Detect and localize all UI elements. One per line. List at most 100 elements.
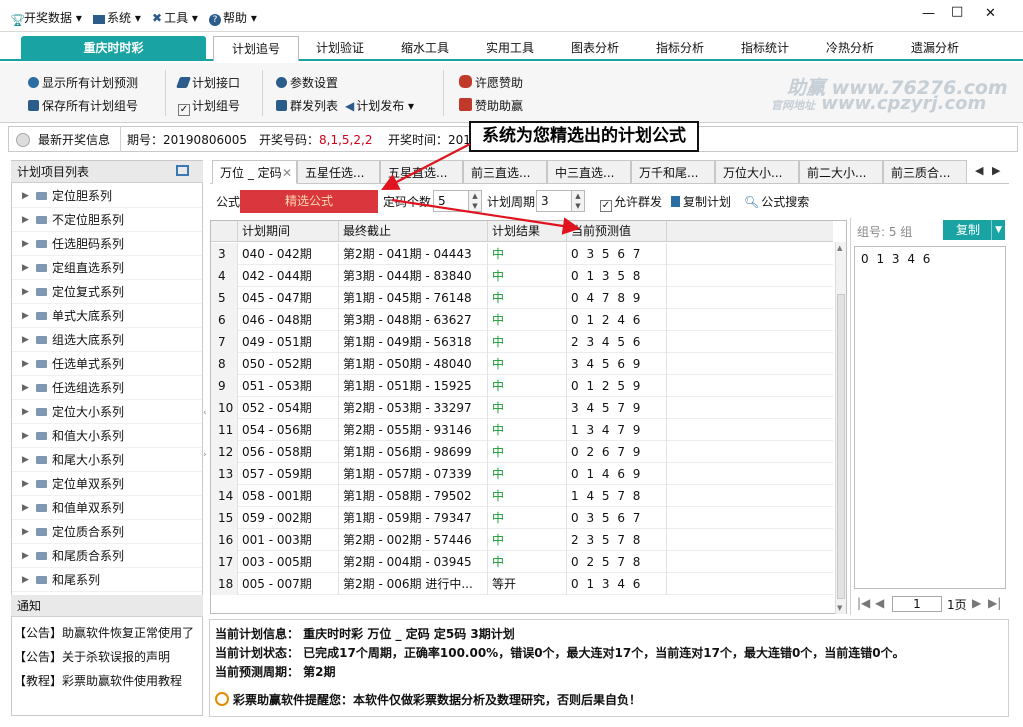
- sidebar-item[interactable]: ▶ 定位质合系列: [12, 520, 202, 544]
- sidebar-item[interactable]: ▶ 和尾大小系列: [12, 448, 202, 472]
- table-row[interactable]: 10 052 - 054期 第2期 - 053期 - 33297 中 3 4 5 7 9: [211, 397, 833, 419]
- prev-page-icon[interactable]: ◀: [875, 596, 884, 610]
- table-row[interactable]: 14 058 - 001期 第1期 - 058期 - 79502 中 1 4 5 7 8: [211, 485, 833, 507]
- param-settings-button[interactable]: 参数设置: [276, 74, 338, 91]
- sidebar-item[interactable]: ▶ 定位单双系列: [12, 472, 202, 496]
- tab-indicator-analysis[interactable]: 指标分析: [645, 36, 715, 61]
- scroll-up-icon[interactable]: ▲: [837, 244, 842, 252]
- last-page-icon[interactable]: ▶|: [988, 596, 1001, 610]
- menu-tools[interactable]: ✖ 工具 ▾: [152, 9, 198, 26]
- copy-plan-button[interactable]: 复制计划: [671, 193, 731, 210]
- tab-hot-cold-analysis[interactable]: 冷热分析: [815, 36, 885, 61]
- expand-arrow-icon[interactable]: ▶: [22, 448, 29, 472]
- notice-item[interactable]: 【教程】彩票助赢软件使用教程: [14, 672, 182, 689]
- close-button[interactable]: ✕: [985, 6, 996, 21]
- expand-arrow-icon[interactable]: ▶: [22, 208, 29, 232]
- first-page-icon[interactable]: |◀: [857, 596, 870, 610]
- sidebar-item[interactable]: ▶ 定组直选系列: [12, 256, 202, 280]
- expand-arrow-icon[interactable]: ▶: [22, 352, 29, 376]
- sidebar-item[interactable]: ▶ 定位复式系列: [12, 280, 202, 304]
- close-tab-icon[interactable]: ✕: [282, 161, 292, 183]
- tab-scroll-left-icon[interactable]: ◀: [975, 164, 983, 177]
- sidebar-item[interactable]: ▶ 单式大底系列: [12, 304, 202, 328]
- table-row[interactable]: 6 046 - 048期 第3期 - 048期 - 63627 中 0 1 2 4 6: [211, 309, 833, 331]
- formula-search-button[interactable]: 🔍︎ 公式搜索: [744, 193, 809, 210]
- expand-arrow-icon[interactable]: ▶: [22, 376, 29, 400]
- content-tab[interactable]: 万位大小...: [715, 160, 799, 184]
- sidebar-item[interactable]: ▶ 定位大小系列: [12, 400, 202, 424]
- column-header[interactable]: 最终截止: [339, 221, 488, 242]
- sidebar-item[interactable]: ▶ 组选大底系列: [12, 328, 202, 352]
- content-tab[interactable]: 中三直选...: [547, 160, 631, 184]
- table-row[interactable]: 15 059 - 002期 第1期 - 059期 - 79347 中 0 3 5 6 7: [211, 507, 833, 529]
- sidebar-item[interactable]: ▶ 和值大小系列: [12, 424, 202, 448]
- next-page-icon[interactable]: ▶: [972, 596, 981, 610]
- result-textbox[interactable]: 0 1 3 4 6: [854, 246, 1006, 589]
- content-tab[interactable]: 五星直选...: [380, 160, 463, 184]
- sidebar-item[interactable]: ▶ 任选单式系列: [12, 352, 202, 376]
- expand-arrow-icon[interactable]: ▶: [22, 184, 29, 208]
- notice-item[interactable]: 【公告】助赢软件恢复正常使用了: [14, 624, 194, 641]
- count-stepper[interactable]: ▲ ▼: [469, 190, 482, 212]
- sidebar-item[interactable]: ▶ 任选胆码系列: [12, 232, 202, 256]
- table-row[interactable]: 4 042 - 044期 第3期 - 044期 - 83840 中 0 1 3 5 8: [211, 265, 833, 287]
- column-header[interactable]: 当前预测值: [567, 221, 667, 242]
- maximize-button[interactable]: □: [951, 4, 963, 19]
- page-input[interactable]: 1: [892, 596, 942, 612]
- scroll-down-icon[interactable]: ▼: [837, 604, 842, 612]
- count-input[interactable]: 5: [433, 190, 469, 212]
- sidebar-item[interactable]: ▶ 和值单双系列: [12, 496, 202, 520]
- expand-arrow-icon[interactable]: ▶: [22, 520, 29, 544]
- formula-select[interactable]: 精选公式: [240, 190, 378, 213]
- menu-lottery-data[interactable]: 🏆︎开奖数据 ▾: [10, 9, 82, 27]
- tab-scroll-right-icon[interactable]: ▶: [992, 164, 1000, 177]
- group-list-button[interactable]: 群发列表: [276, 97, 338, 114]
- expand-arrow-icon[interactable]: ▶: [22, 400, 29, 424]
- tab-plan-tracking[interactable]: 计划追号: [213, 36, 299, 61]
- tab-chart-analysis[interactable]: 图表分析: [560, 36, 630, 61]
- sidebar-item[interactable]: ▶ 不定位胆系列: [12, 208, 202, 232]
- tab-utility-tools[interactable]: 实用工具: [475, 36, 545, 61]
- splitter-expand-icon[interactable]: ›: [203, 450, 207, 460]
- menu-help[interactable]: ? 帮助 ▾: [209, 9, 257, 26]
- expand-arrow-icon[interactable]: ▶: [22, 544, 29, 568]
- show-all-predictions-button[interactable]: 显示所有计划预测: [28, 74, 138, 91]
- notice-item[interactable]: 【公告】关于杀软误报的声明: [14, 648, 170, 665]
- tab-shrink-tools[interactable]: 缩水工具: [390, 36, 460, 61]
- tab-omission-analysis[interactable]: 遗漏分析: [900, 36, 970, 61]
- table-row[interactable]: 8 050 - 052期 第1期 - 050期 - 48040 中 3 4 5 6 9: [211, 353, 833, 375]
- wish-donate-button[interactable]: 许愿赞助: [459, 74, 523, 91]
- sidebar-item[interactable]: ▶ 任选组选系列: [12, 376, 202, 400]
- plan-group-checkbox[interactable]: ✓ 计划组号: [178, 97, 240, 116]
- tab-indicator-stats[interactable]: 指标统计: [730, 36, 800, 61]
- save-all-groups-button[interactable]: 保存所有计划组号: [28, 97, 138, 114]
- expand-arrow-icon[interactable]: ▶: [22, 568, 29, 592]
- copy-result-button[interactable]: 复制 ▼: [943, 220, 1005, 240]
- column-header[interactable]: 计划期间: [238, 221, 339, 242]
- content-tab[interactable]: 万千和尾...: [631, 160, 715, 184]
- content-tab[interactable]: 五星任选...: [297, 160, 380, 184]
- table-row[interactable]: 5 045 - 047期 第1期 - 045期 - 76148 中 0 4 7 8 9: [211, 287, 833, 309]
- minimize-button[interactable]: —: [922, 6, 935, 21]
- sponsor-button[interactable]: 赞助助赢: [459, 97, 523, 114]
- table-row[interactable]: 11 054 - 056期 第2期 - 055期 - 93146 中 1 3 4 7 9: [211, 419, 833, 441]
- table-row[interactable]: 18 005 - 007期 第2期 - 006期 进行中... 等开 0 1 3 4 6: [211, 573, 833, 595]
- expand-arrow-icon[interactable]: ▶: [22, 304, 29, 328]
- table-row[interactable]: 9 051 - 053期 第1期 - 051期 - 15925 中 0 1 2 5 9: [211, 375, 833, 397]
- tab-plan-verify[interactable]: 计划验证: [305, 36, 375, 61]
- expand-arrow-icon[interactable]: ▶: [22, 256, 29, 280]
- expand-arrow-icon[interactable]: ▶: [22, 424, 29, 448]
- content-tab-active[interactable]: 万位 _ 定码 ✕: [212, 160, 297, 184]
- allow-group-send-checkbox[interactable]: ✓ 允许群发: [600, 193, 662, 212]
- expand-arrow-icon[interactable]: ▶: [22, 328, 29, 352]
- sidebar-item[interactable]: ▶ 和尾系列: [12, 568, 202, 592]
- table-scrollbar[interactable]: ▲ ▼: [835, 242, 846, 614]
- table-row[interactable]: 12 056 - 058期 第1期 - 056期 - 98699 中 0 2 6 7 9: [211, 441, 833, 463]
- period-input[interactable]: 3: [536, 190, 572, 212]
- table-row[interactable]: 3 040 - 042期 第2期 - 041期 - 04443 中 0 3 5 6 7: [211, 243, 833, 265]
- content-tab[interactable]: 前三质合...: [883, 160, 967, 184]
- sidebar-item[interactable]: ▶ 和尾质合系列: [12, 544, 202, 568]
- expand-arrow-icon[interactable]: ▶: [22, 280, 29, 304]
- sidebar-item[interactable]: ▶ 定位胆系列: [12, 184, 202, 208]
- scrollbar-thumb[interactable]: [837, 294, 845, 599]
